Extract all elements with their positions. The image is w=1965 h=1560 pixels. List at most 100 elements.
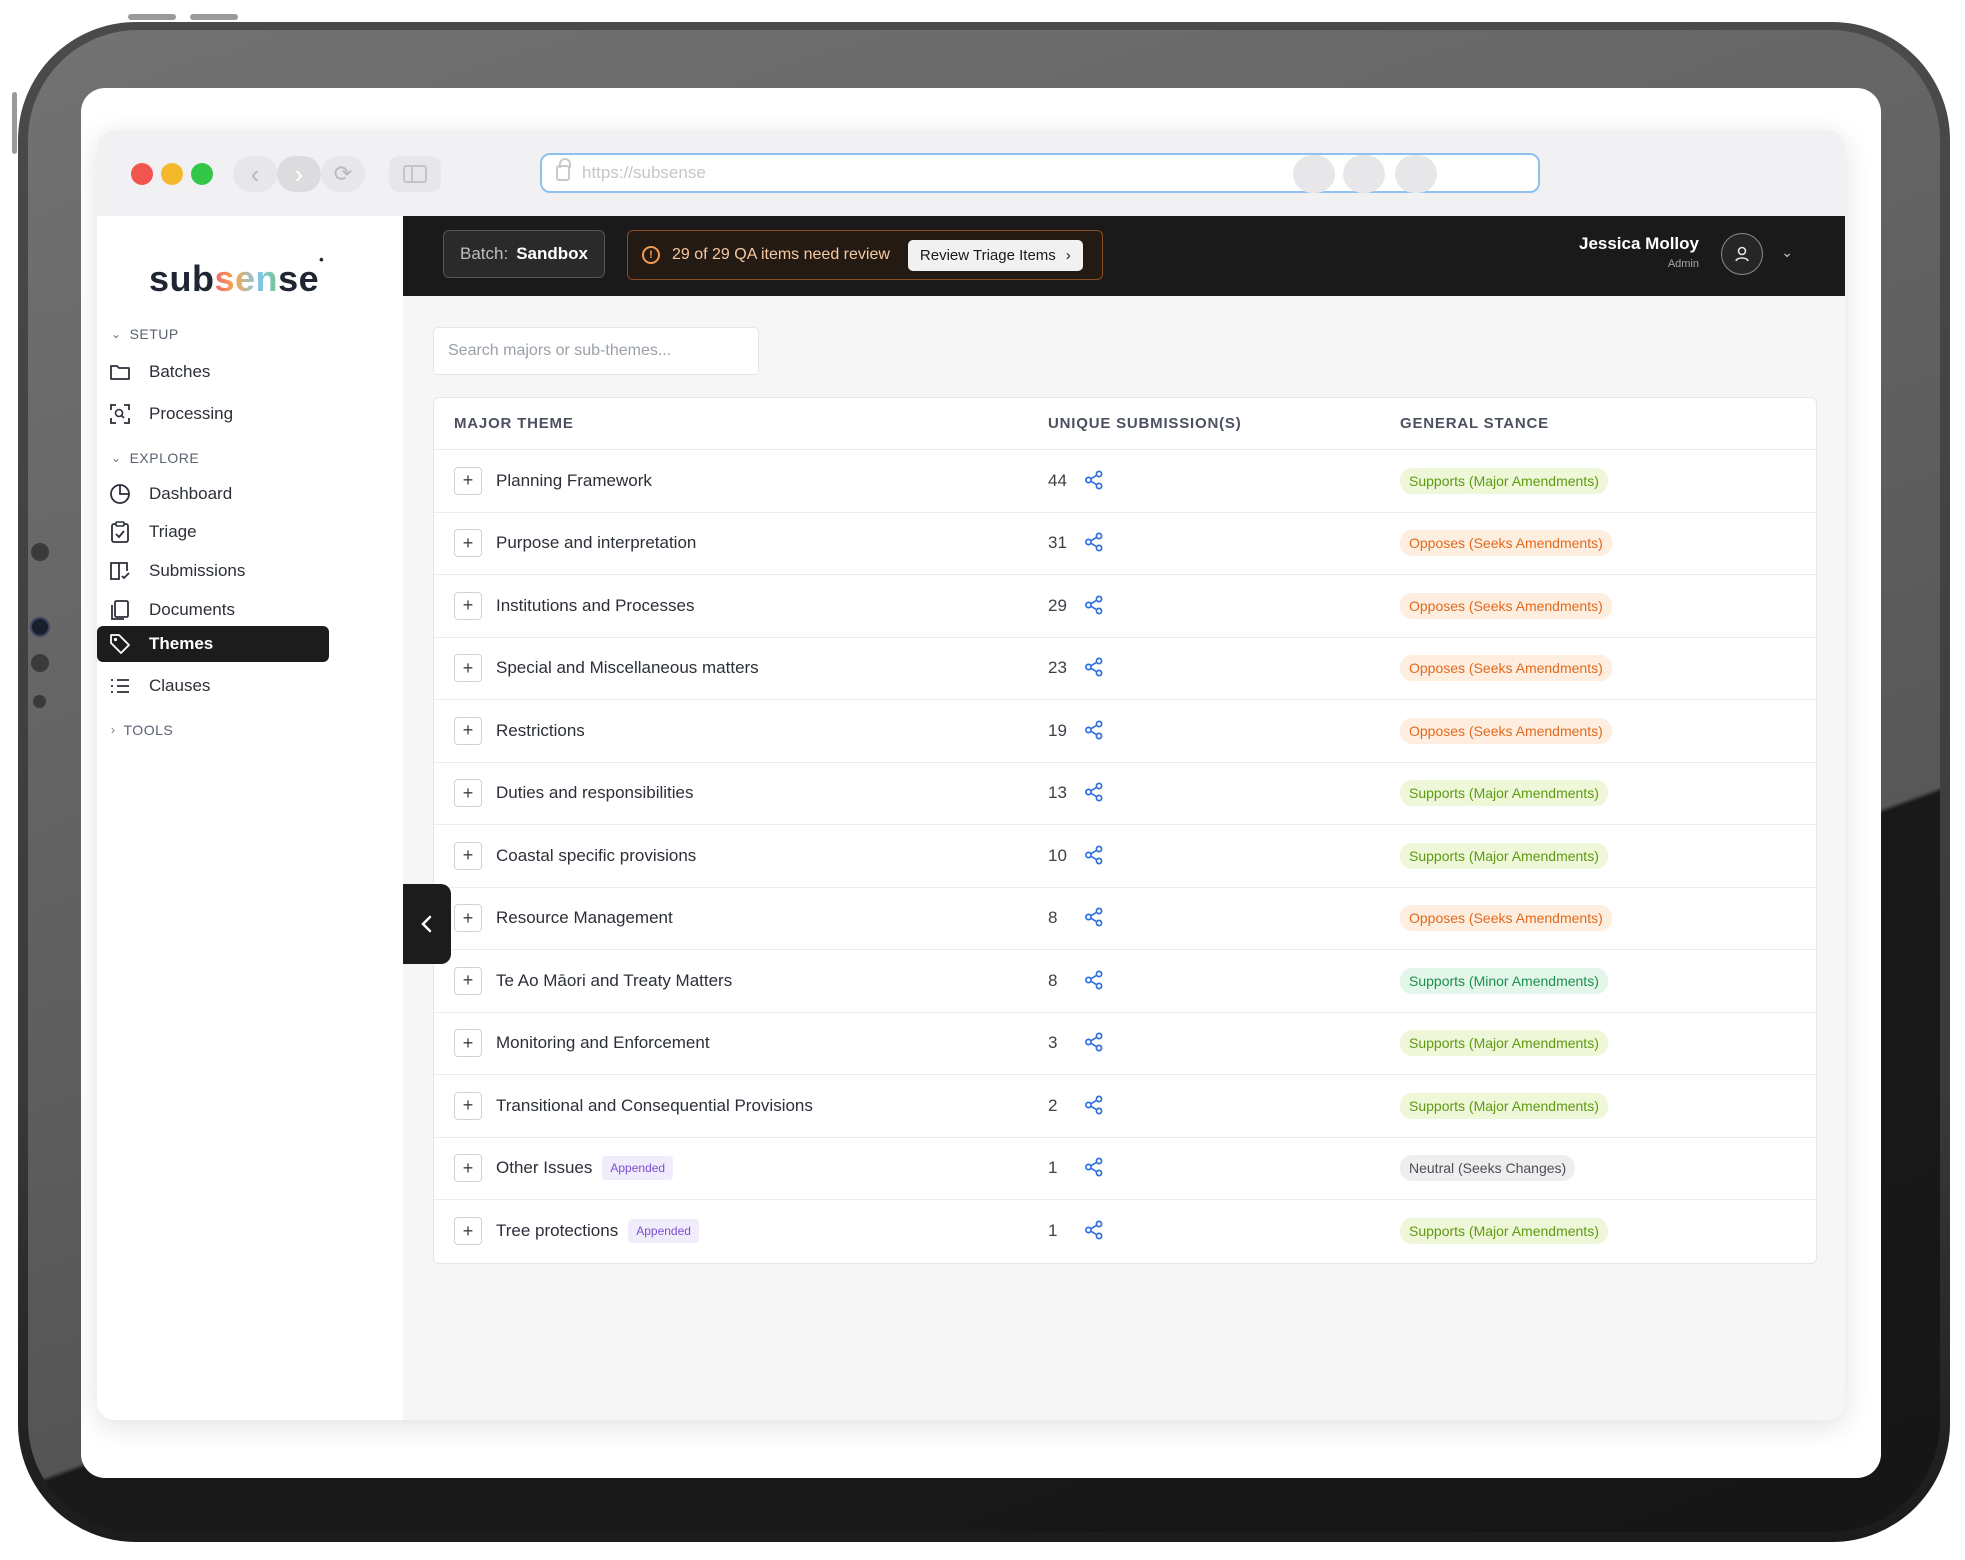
share-network-icon[interactable]	[1084, 470, 1106, 492]
tabs-overview-icon[interactable]	[1343, 155, 1385, 193]
stance-cell: Opposes (Seeks Amendments)	[1400, 592, 1816, 619]
expand-row-button[interactable]: +	[454, 779, 482, 808]
minimize-window-button[interactable]	[161, 163, 183, 185]
sidebar-item-submissions[interactable]: Submissions	[97, 549, 387, 593]
expand-row-button[interactable]: +	[454, 591, 482, 620]
expand-row-button[interactable]: +	[454, 904, 482, 933]
submission-count: 8	[1048, 970, 1058, 990]
table-row[interactable]: + Planning Framework 44 Supports (Major …	[434, 450, 1816, 513]
submissions-cell: 29	[1048, 595, 1400, 617]
address-bar[interactable]: https://subsense	[540, 153, 1540, 193]
table-row[interactable]: + Monitoring and Enforcement 3 Supports …	[434, 1013, 1816, 1075]
theme-name: Restrictions	[496, 720, 585, 740]
submissions-cell: 3	[1048, 1032, 1400, 1054]
subsense-logo[interactable]: subsense•	[149, 252, 324, 300]
table-header: MAJOR THEME UNIQUE SUBMISSION(S) GENERAL…	[434, 398, 1816, 450]
stance-cell: Supports (Major Amendments)	[1400, 467, 1816, 494]
theme-name: Te Ao Māori and Treaty Matters	[496, 970, 733, 990]
expand-row-button[interactable]: +	[454, 466, 482, 495]
share-network-icon[interactable]	[1084, 1220, 1106, 1242]
theme-cell: + Institutions and Processes	[434, 591, 1048, 620]
stance-badge: Neutral (Seeks Changes)	[1400, 1155, 1576, 1182]
table-row[interactable]: + Resource Management 8 Opposes (Seeks A…	[434, 888, 1816, 950]
table-row[interactable]: + Transitional and Consequential Provisi…	[434, 1075, 1816, 1138]
theme-cell: + Duties and responsibilities	[434, 779, 1048, 808]
tablet-sensor	[33, 695, 46, 708]
maximize-window-button[interactable]	[191, 163, 213, 185]
header-major-theme[interactable]: MAJOR THEME	[434, 415, 1048, 432]
share-network-icon[interactable]	[1084, 907, 1106, 929]
table-row[interactable]: + Tree protections Appended 1 Supports (…	[434, 1200, 1816, 1263]
table-row[interactable]: + Duties and responsibilities 13 Support…	[434, 763, 1816, 825]
submission-count: 23	[1048, 658, 1067, 678]
tablet-camera	[30, 617, 50, 637]
user-avatar[interactable]	[1721, 233, 1763, 275]
stance-cell: Opposes (Seeks Amendments)	[1400, 655, 1816, 682]
sidebar-item-triage[interactable]: Triage	[97, 510, 387, 554]
chevron-right-icon: ›	[111, 723, 116, 737]
share-network-icon[interactable]	[1084, 782, 1106, 804]
forward-button[interactable]: ›	[277, 156, 321, 192]
scan-icon	[109, 403, 131, 425]
stance-badge: Supports (Major Amendments)	[1400, 1218, 1608, 1245]
share-network-icon[interactable]	[1084, 657, 1106, 679]
share-network-icon[interactable]	[1084, 970, 1106, 992]
table-row[interactable]: + Te Ao Māori and Treaty Matters 8 Suppo…	[434, 950, 1816, 1013]
review-triage-button[interactable]: Review Triage Items ›	[907, 239, 1083, 271]
themes-table: MAJOR THEME UNIQUE SUBMISSION(S) GENERAL…	[433, 397, 1817, 1264]
expand-row-button[interactable]: +	[454, 966, 482, 995]
expand-row-button[interactable]: +	[454, 841, 482, 870]
user-icon	[1735, 246, 1749, 262]
sidebar-item-themes[interactable]: Themes	[97, 626, 329, 662]
share-network-icon[interactable]	[1084, 720, 1106, 742]
stance-badge: Supports (Major Amendments)	[1400, 467, 1608, 494]
table-row[interactable]: + Other Issues Appended 1 Neutral (Seeks…	[434, 1138, 1816, 1200]
expand-row-button[interactable]: +	[454, 716, 482, 745]
user-menu-chevron-icon[interactable]: ⌄	[1781, 244, 1793, 261]
folder-icon	[109, 361, 131, 383]
share-network-icon[interactable]	[1084, 532, 1106, 554]
share-network-icon[interactable]	[1084, 845, 1106, 867]
expand-row-button[interactable]: +	[454, 654, 482, 683]
table-row[interactable]: + Purpose and interpretation 31 Opposes …	[434, 513, 1816, 575]
browser-window: ‹ › ⟳ https://subsense subsense• ⌄ SETUP	[97, 130, 1845, 1420]
expand-row-button[interactable]: +	[454, 1029, 482, 1058]
expand-row-button[interactable]: +	[454, 529, 482, 558]
expand-row-button[interactable]: +	[454, 1091, 482, 1120]
theme-name: Coastal specific provisions	[496, 845, 697, 865]
table-row[interactable]: + Restrictions 19 Opposes (Seeks Amendme…	[434, 700, 1816, 763]
back-button[interactable]: ‹	[233, 156, 277, 192]
close-window-button[interactable]	[131, 163, 153, 185]
sidebar-toggle-icon[interactable]	[389, 156, 441, 192]
share-network-icon[interactable]	[1084, 1095, 1106, 1117]
share-network-icon[interactable]	[1084, 1032, 1106, 1054]
theme-search-input[interactable]: Search majors or sub-themes...	[433, 327, 759, 375]
stance-cell: Opposes (Seeks Amendments)	[1400, 905, 1816, 932]
theme-name: Monitoring and Enforcement	[496, 1033, 710, 1053]
chevron-down-icon: ⌄	[111, 327, 122, 341]
section-tools[interactable]: › TOOLS	[111, 722, 173, 738]
theme-cell: + Other Issues Appended	[434, 1154, 1048, 1183]
table-row[interactable]: + Coastal specific provisions 10 Support…	[434, 825, 1816, 888]
expand-row-button[interactable]: +	[454, 1217, 482, 1246]
share-upload-icon[interactable]	[1293, 155, 1335, 193]
sidebar-item-batches[interactable]: Batches	[97, 350, 387, 394]
header-unique-submissions[interactable]: UNIQUE SUBMISSION(S)	[1048, 415, 1400, 432]
section-setup[interactable]: ⌄ SETUP	[111, 326, 179, 342]
table-row[interactable]: + Special and Miscellaneous matters 23 O…	[434, 638, 1816, 700]
submission-count: 44	[1048, 470, 1067, 490]
share-network-icon[interactable]	[1084, 1157, 1106, 1179]
share-network-icon[interactable]	[1084, 595, 1106, 617]
expand-row-button[interactable]: +	[454, 1154, 482, 1183]
sidebar-item-processing[interactable]: Processing	[97, 392, 387, 436]
submission-count: 2	[1048, 1095, 1058, 1115]
section-explore[interactable]: ⌄ EXPLORE	[111, 450, 199, 466]
submissions-cell: 10	[1048, 845, 1400, 867]
header-general-stance[interactable]: GENERAL STANCE	[1400, 415, 1816, 432]
sidebar-item-clauses[interactable]: Clauses	[97, 664, 387, 708]
reload-button[interactable]: ⟳	[321, 156, 365, 192]
table-row[interactable]: + Institutions and Processes 29 Opposes …	[434, 575, 1816, 638]
batch-selector[interactable]: Batch: Sandbox	[443, 230, 605, 278]
download-icon[interactable]	[1395, 155, 1437, 193]
collapse-sidebar-button[interactable]	[403, 884, 451, 964]
